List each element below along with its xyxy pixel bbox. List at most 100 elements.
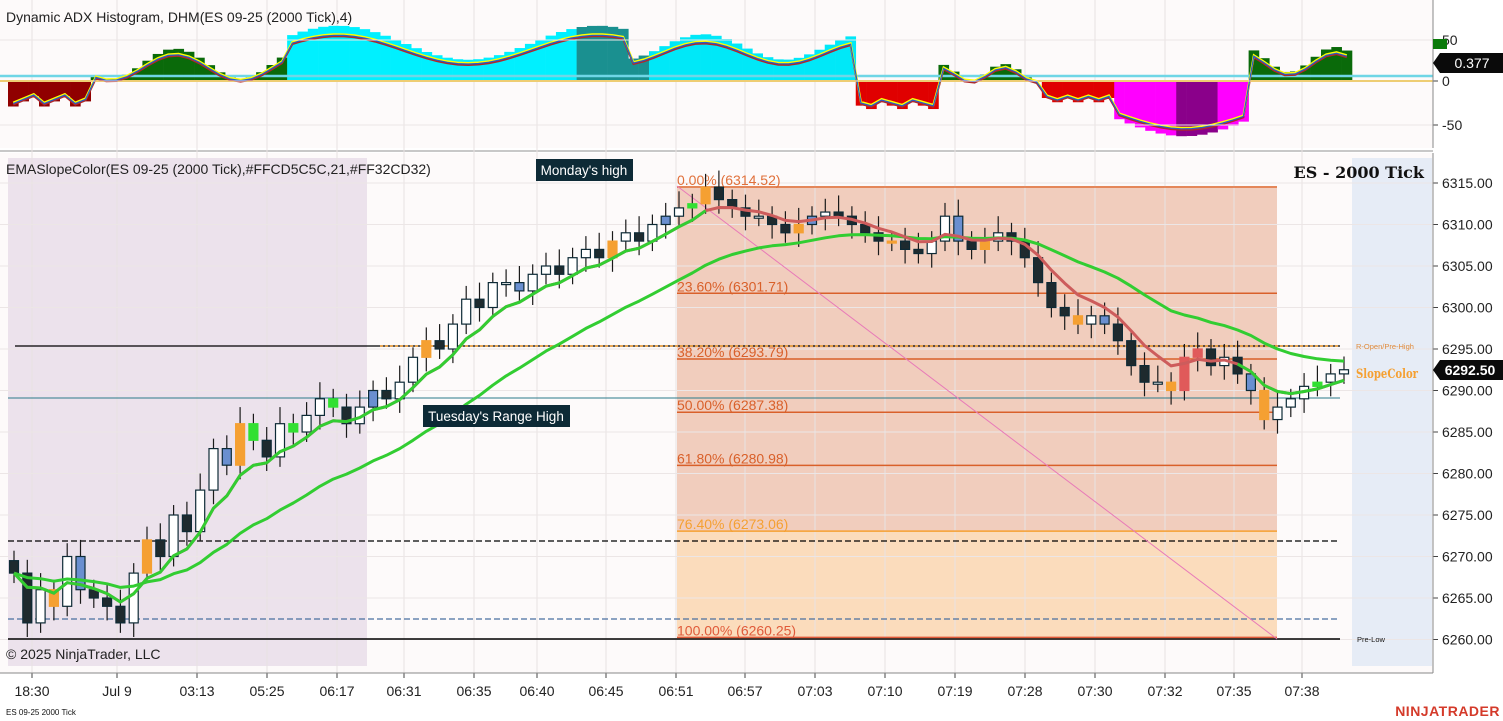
price-tick-label: 6280.00 xyxy=(1442,466,1493,482)
candle-body xyxy=(567,257,578,275)
time-tick-label: 06:51 xyxy=(658,683,693,699)
time-tick-label: 07:35 xyxy=(1216,683,1251,699)
candle-body xyxy=(833,211,844,217)
candle-body xyxy=(540,265,552,275)
candle-body xyxy=(979,240,991,251)
price-tick-label: 6310.00 xyxy=(1442,217,1493,233)
price-tick-label: 6275.00 xyxy=(1442,507,1493,523)
price-panel-title: EMASlopeColor(ES 09-25 (2000 Tick),#FFCD… xyxy=(6,161,431,177)
price-tick-label: 6305.00 xyxy=(1442,258,1493,274)
candle-body xyxy=(261,439,272,458)
fib-level-label: 38.20% (6293.79) xyxy=(677,344,788,360)
slope-color-text: SlopeColor xyxy=(1356,367,1418,382)
price-tick-label: 6315.00 xyxy=(1442,175,1493,191)
mondays-high-text: Monday's high xyxy=(541,163,628,178)
candle-body xyxy=(168,514,179,558)
candle-body xyxy=(514,282,525,292)
price-tick-label: 6300.00 xyxy=(1442,300,1493,316)
candle-body xyxy=(314,398,325,416)
price-value-text: 6292.50 xyxy=(1445,362,1496,378)
price-tick-label: 6290.00 xyxy=(1442,383,1493,399)
candle-body xyxy=(527,273,538,292)
candle-body xyxy=(1259,389,1270,421)
candle-body xyxy=(1192,348,1203,358)
candle-body xyxy=(1046,282,1057,309)
time-tick-label: 06:45 xyxy=(588,683,623,699)
candle-body xyxy=(620,232,631,242)
time-tick-label: 07:19 xyxy=(937,683,972,699)
time-tick-label: 07:30 xyxy=(1077,683,1112,699)
overnight-session-shade xyxy=(8,158,367,666)
candle-body xyxy=(421,340,432,358)
candle-body xyxy=(687,203,698,209)
candle-body xyxy=(35,589,46,624)
time-tick-label: Jul 9 xyxy=(102,683,132,699)
candle-body xyxy=(115,605,126,624)
time-tick-label: 07:32 xyxy=(1147,683,1182,699)
candle-body xyxy=(1032,257,1044,284)
pre-low-text: Pre-Low xyxy=(1357,635,1386,644)
candle-body xyxy=(407,356,419,383)
time-tick-label: 06:35 xyxy=(456,683,491,699)
time-tick-label: 07:38 xyxy=(1284,683,1319,699)
candle-body xyxy=(461,298,472,325)
candle-body xyxy=(235,423,246,466)
candle-body xyxy=(594,248,605,259)
candle-body xyxy=(1338,369,1350,375)
candle-body xyxy=(1126,340,1137,367)
candle-body xyxy=(1165,381,1177,392)
candle-body xyxy=(301,414,312,433)
mondays-high-label[interactable]: Monday's high xyxy=(536,159,633,181)
fib-level-label: 76.40% (6273.06) xyxy=(677,516,788,532)
right-margin-shade xyxy=(1352,158,1432,666)
candle-body xyxy=(155,539,166,558)
candle-body xyxy=(381,389,392,400)
time-tick-label: 05:25 xyxy=(249,683,284,699)
time-tick-label: 06:40 xyxy=(519,683,554,699)
candle-body xyxy=(1139,365,1150,383)
r-open-pre-high-text: R-Open/Pre-High xyxy=(1356,342,1414,351)
fib-level-label: 50.00% (6287.38) xyxy=(677,397,788,413)
candle-body xyxy=(1205,348,1217,367)
candle-body xyxy=(886,240,897,244)
price-value-badge: 6292.50 xyxy=(1433,360,1503,380)
candle-body xyxy=(660,215,671,226)
candle-body xyxy=(1272,406,1283,421)
price-tick-label: 6260.00 xyxy=(1442,632,1493,648)
candle-body xyxy=(288,423,299,433)
tuesdays-range-high-text: Tuesday's Range High xyxy=(428,409,564,424)
candle-body xyxy=(487,282,498,309)
candle-body xyxy=(328,398,339,408)
candle-body xyxy=(793,223,804,234)
fib-level-label: 0.00% (6314.52) xyxy=(677,172,781,188)
time-x-axis: 18:30 Jul 9 03:13 05:25 06:17 06:31 06:35 06:40… xyxy=(0,672,1433,699)
candle-body xyxy=(434,340,445,350)
chart-root: 500-50 0.00% (6314.52)23.60% (6301.71)38… xyxy=(0,0,1503,719)
candle-body xyxy=(447,323,458,350)
candle-body xyxy=(1059,306,1070,317)
tuesdays-range-high-label[interactable]: Tuesday's Range High xyxy=(423,405,570,427)
time-tick-label: 18:30 xyxy=(14,683,49,699)
candle-body xyxy=(820,211,831,217)
candle-body xyxy=(913,248,924,255)
candle-body xyxy=(8,560,20,574)
price-tick-label: 6265.00 xyxy=(1442,590,1493,606)
candle-body xyxy=(1312,381,1323,387)
candle-body xyxy=(1152,381,1163,385)
candle-body xyxy=(101,597,113,607)
candle-body xyxy=(753,215,764,219)
price-tick-label: 6285.00 xyxy=(1442,424,1493,440)
footer-instrument: ES 09-25 2000 Tick xyxy=(6,708,77,717)
candle-body xyxy=(1285,398,1296,408)
candle-body xyxy=(780,223,791,234)
slope-color-label: SlopeColor xyxy=(1356,367,1418,382)
adx-value-badge: 0.377 xyxy=(1433,53,1503,73)
time-tick-label: 06:31 xyxy=(386,683,421,699)
candle-body xyxy=(1112,323,1124,342)
candle-body xyxy=(1086,315,1097,325)
price-y-axis: 6315.00 6310.00 6305.00 6300.00 6295.00 6290.… xyxy=(1432,153,1493,673)
adx-value-text: 0.377 xyxy=(1454,55,1489,71)
instrument-label: ES - 2000 Tick xyxy=(1294,163,1425,182)
candle-body xyxy=(966,240,977,251)
candle-body xyxy=(474,298,485,309)
